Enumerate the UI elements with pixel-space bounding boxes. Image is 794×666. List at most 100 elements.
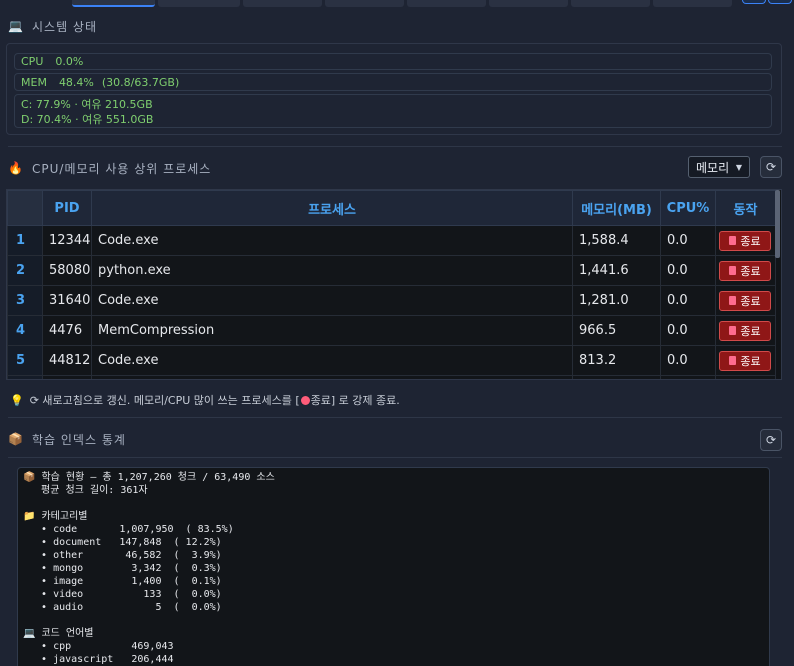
table-row[interactable]: 1 12344 Code.exe 1,588.4 0.0 종료 (7, 225, 776, 256)
col-header-cpu[interactable]: CPU% (660, 190, 716, 226)
cpu-label: CPU (21, 55, 44, 68)
cell-pid: 12344 (42, 225, 92, 256)
divider (8, 417, 782, 418)
cell-process: Code.exe (91, 285, 573, 316)
col-header-pid[interactable]: PID (42, 190, 92, 226)
tab[interactable] (325, 0, 404, 7)
top-processes-header: 🔥 CPU/메모리 사용 상위 프로세스 (8, 159, 211, 177)
cell-process: MemCompression (91, 315, 573, 346)
stats-line: • document 147,848 ( 12.2%) (23, 537, 222, 548)
tab-action-button[interactable] (742, 0, 766, 4)
disk-c-line: C: 77.9% · 여유 210.5GB (21, 98, 153, 111)
tab[interactable] (489, 0, 568, 7)
stats-line: 📦 학습 현황 — 총 1,207,260 청크 / 63,490 소스 (23, 472, 275, 483)
process-table: PID 프로세스 메모리(MB) CPU% 동작 1 12344 Code.ex… (7, 190, 776, 379)
system-status-title: 시스템 상태 (32, 19, 98, 34)
mem-status-row: MEM 48.4% (30.8/63.7GB) (14, 73, 772, 91)
refresh-processes-button[interactable]: ⟳ (760, 156, 782, 178)
tab[interactable] (571, 0, 650, 7)
tab[interactable] (653, 0, 732, 7)
row-number: 5 (7, 345, 43, 376)
stats-line: 💻 코드 언어별 (23, 628, 94, 639)
tab[interactable] (158, 0, 240, 7)
cell-cpu: 0.0 (660, 255, 716, 286)
chevron-down-icon: ▼ (735, 163, 742, 172)
stats-line (23, 614, 769, 627)
cell-cpu: 0.0 (660, 285, 716, 316)
cell-cpu: 0.0 (660, 315, 716, 346)
table-row[interactable]: 4 4476 MemCompression 966.5 0.0 종료 (7, 315, 776, 346)
system-status-header: 💻 시스템 상태 (8, 17, 97, 35)
cell-pid: 4476 (42, 315, 92, 346)
header-corner (7, 190, 43, 226)
tab[interactable] (407, 0, 486, 7)
kill-label: 종료 (740, 264, 761, 278)
table-row-partial[interactable] (7, 375, 776, 379)
kill-label: 종료 (740, 324, 761, 338)
kill-label: 종료 (740, 234, 761, 248)
tab-action-button[interactable] (768, 0, 792, 4)
kill-label: 종료 (740, 294, 761, 308)
mem-label: MEM (21, 75, 47, 89)
col-header-process[interactable]: 프로세스 (91, 190, 573, 226)
process-hint: 💡 ⟳ 새로고침으로 갱신. 메모리/CPU 많이 쓰는 프로세스를 [ 종료]… (10, 392, 400, 408)
cell-action: 종료 (715, 285, 776, 316)
stop-icon (729, 236, 737, 245)
lightbulb-icon: 💡 (10, 393, 24, 407)
table-row[interactable]: 5 44812 Code.exe 813.2 0.0 종료 (7, 345, 776, 376)
process-table-scrollbar[interactable] (775, 190, 780, 258)
kill-process-button[interactable] (719, 378, 771, 379)
stats-line: • image 1,400 ( 0.1%) (23, 576, 222, 587)
stats-line: 평균 청크 길이: 361자 (23, 485, 148, 496)
index-stats-title: 학습 인덱스 통계 (32, 432, 126, 447)
sort-select-value: 메모리 (696, 160, 730, 175)
row-number: 3 (7, 285, 43, 316)
tab-active[interactable] (72, 0, 155, 7)
divider (8, 146, 782, 147)
top-processes-title: CPU/메모리 사용 상위 프로세스 (32, 161, 212, 176)
table-row[interactable]: 3 31640 Code.exe 1,281.0 0.0 종료 (7, 285, 776, 316)
kill-process-button[interactable]: 종료 (719, 290, 771, 311)
mem-detail: (30.8/63.7GB) (101, 75, 180, 89)
cpu-value: 0.0% (55, 55, 84, 68)
tab-strip (0, 0, 794, 8)
cell-cpu: 0.0 (660, 345, 716, 376)
stats-line: • code 1,007,950 ( 83.5%) (23, 524, 234, 535)
index-stats-header: 📦 학습 인덱스 통계 (8, 430, 126, 448)
row-number: 2 (7, 255, 43, 286)
stats-line: • video 133 ( 0.0%) (23, 589, 222, 600)
table-row[interactable]: 2 58080 python.exe 1,441.6 0.0 종료 (7, 255, 776, 286)
hint-text-end: 종료] 로 강제 종료. (310, 394, 400, 407)
stats-line: • cpp 469,043 (23, 641, 174, 652)
row-number: 4 (7, 315, 43, 346)
cell-cpu: 0.0 (660, 225, 716, 256)
disk-status: C: 77.9% · 여유 210.5GB D: 70.4% · 여유 551.… (14, 94, 772, 128)
index-stats-panel: 📦 학습 현황 — 총 1,207,260 청크 / 63,490 소스 평균 … (17, 467, 770, 666)
mem-value: 48.4% (58, 75, 94, 89)
cell-process: Code.exe (91, 225, 573, 256)
kill-process-button[interactable]: 종료 (719, 350, 771, 371)
stop-icon (729, 356, 737, 365)
cell-action: 종료 (715, 255, 776, 286)
process-table-container: PID 프로세스 메모리(MB) CPU% 동작 1 12344 Code.ex… (6, 189, 782, 380)
stop-icon (300, 395, 310, 405)
refresh-icon: ⟳ (765, 160, 777, 174)
sort-select[interactable]: 메모리 ▼ (688, 156, 750, 178)
stats-line: 📁 카테고리별 (23, 511, 88, 522)
monitor-icon: 💻 (8, 19, 24, 33)
kill-process-button[interactable]: 종료 (719, 230, 771, 251)
stats-line: • javascript 206,444 (23, 654, 174, 665)
stop-icon (729, 296, 737, 305)
kill-process-button[interactable]: 종료 (719, 260, 771, 281)
col-header-memory[interactable]: 메모리(MB) (572, 190, 661, 226)
cell-memory: 1,588.4 (572, 225, 661, 256)
row-number: 1 (7, 225, 43, 256)
col-header-action[interactable]: 동작 (715, 190, 776, 226)
tab[interactable] (243, 0, 322, 7)
kill-process-button[interactable]: 종료 (719, 320, 771, 341)
cpu-status-row: CPU 0.0% (14, 53, 772, 70)
stop-icon (729, 266, 737, 275)
cell-memory: 813.2 (572, 345, 661, 376)
table-header-row: PID 프로세스 메모리(MB) CPU% 동작 (7, 190, 776, 226)
refresh-stats-button[interactable]: ⟳ (760, 429, 782, 451)
